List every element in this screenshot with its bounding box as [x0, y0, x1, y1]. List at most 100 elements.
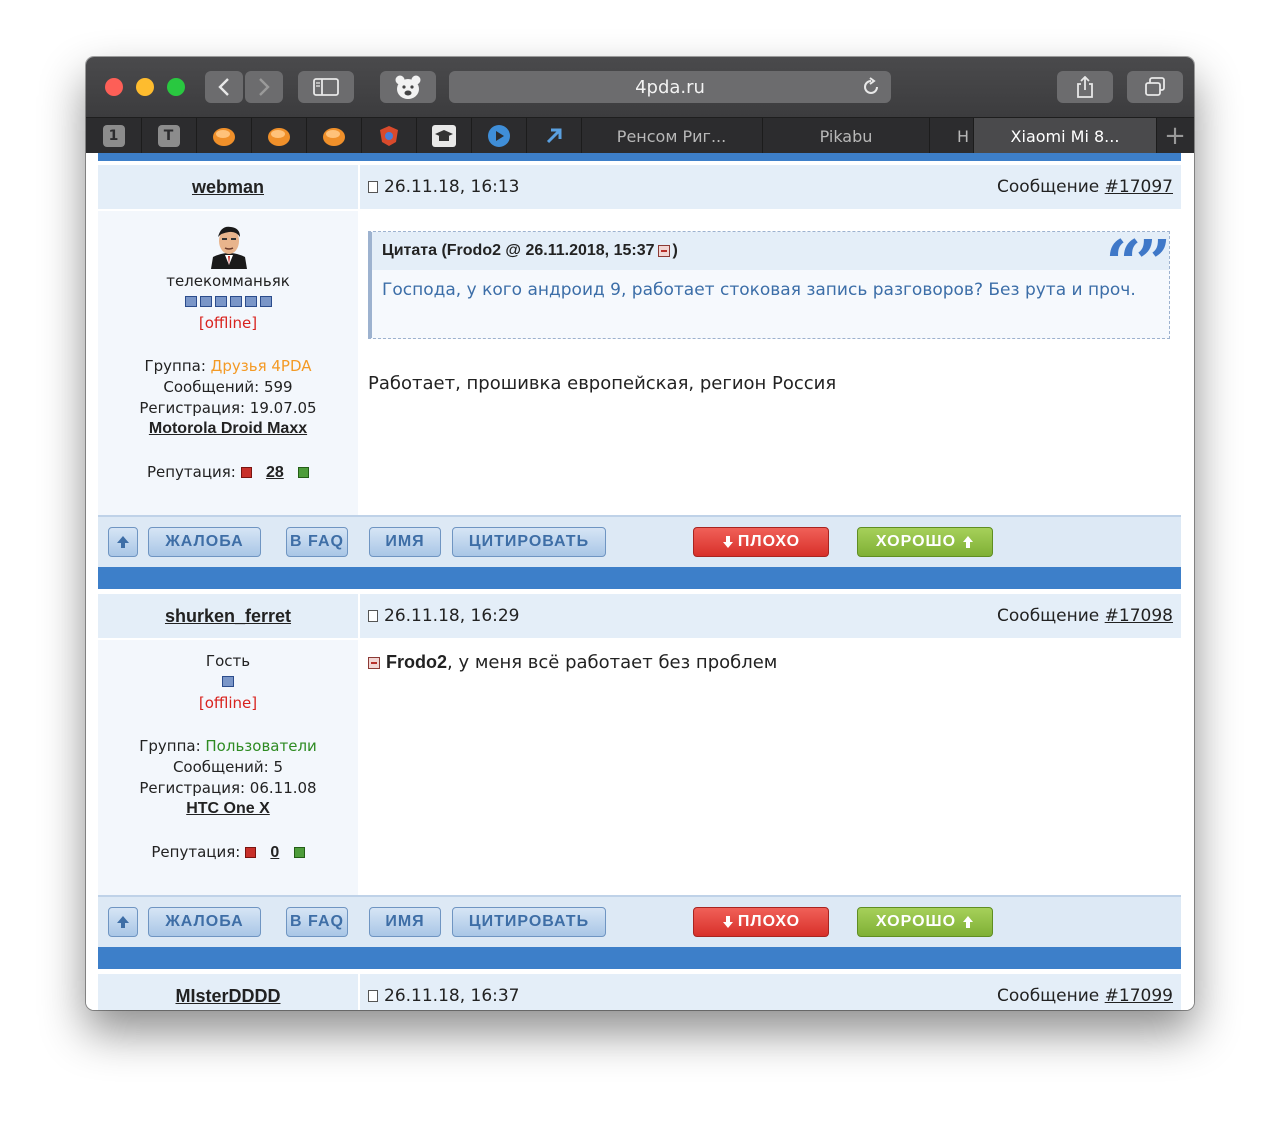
pinned-tab-play[interactable]	[471, 118, 527, 154]
name-button[interactable]: ИМЯ	[369, 527, 441, 557]
post-content: Цитата (Frodo2 @ 26.11.2018, 15:37 ) “” …	[360, 211, 1181, 515]
arrow-up-icon	[117, 536, 129, 548]
post-author-link[interactable]: shurken_ferret	[165, 606, 291, 627]
post-author-cell: MIsterDDDD	[98, 974, 360, 1010]
post-date-text: 26.11.18, 16:29	[384, 606, 520, 626]
post-date: 26.11.18, 16:13	[368, 177, 520, 197]
good-button-label: ХОРОШО	[875, 533, 957, 550]
pinned-tab-shield[interactable]	[361, 118, 417, 154]
extension-button[interactable]	[380, 71, 436, 103]
graduation-cap-icon	[431, 125, 456, 147]
rank-pip	[244, 296, 257, 307]
bad-button-label: ПЛОХО	[737, 913, 801, 930]
quote-text: Господа, у кого андроид 9, работает сток…	[382, 280, 1136, 300]
zoom-window-button[interactable]	[167, 78, 185, 96]
minimize-window-button[interactable]	[136, 78, 154, 96]
complaint-button[interactable]: ЖАЛОБА	[148, 907, 261, 937]
quote-header-text: Цитата (Frodo2 @ 26.11.2018, 15:37	[382, 242, 655, 259]
pinned-tab-1[interactable]: 1	[86, 118, 142, 154]
user-group: Группа: Друзья 4PDA	[98, 357, 358, 375]
post-author-link[interactable]: webman	[192, 177, 264, 198]
bad-button[interactable]: ПЛОХО	[693, 527, 829, 557]
reputation-value-link[interactable]: 0	[270, 844, 279, 861]
title-bar: 4pda.ru	[86, 57, 1194, 117]
post-number: Сообщение #17099	[997, 986, 1173, 1006]
good-button[interactable]: ХОРОШО	[857, 527, 993, 557]
bad-button[interactable]: ПЛОХО	[693, 907, 829, 937]
post-author-cell: shurken_ferret	[98, 594, 360, 638]
tab-partial[interactable]: Н	[930, 118, 974, 154]
pinned-tab-orange-2[interactable]	[251, 118, 307, 154]
tab-pikabu[interactable]: Pikabu	[763, 118, 930, 154]
quote-button[interactable]: ЦИТИРОВАТЬ	[452, 527, 606, 557]
pinned-tab-cap[interactable]	[416, 118, 472, 154]
post-number-link[interactable]: #17098	[1105, 606, 1173, 626]
chevron-left-icon	[218, 78, 229, 96]
tab-xiaomi[interactable]: Xiaomi Mi 8...	[974, 118, 1157, 154]
scroll-top-button[interactable]	[108, 907, 138, 937]
pinned-tab-arrow[interactable]	[526, 118, 582, 154]
reputation-minus-icon[interactable]	[240, 467, 252, 478]
share-icon	[1077, 76, 1093, 98]
user-reputation: Репутация: 0	[98, 843, 358, 862]
reputation-minus-icon[interactable]	[245, 847, 257, 858]
tab-rensom[interactable]: Ренсом Риг...	[581, 118, 763, 154]
address-bar[interactable]: 4pda.ru	[449, 71, 891, 103]
user-title: Гость	[205, 652, 251, 670]
forum-page: webman 26.11.18, 16:13 Сообщение #17097 …	[86, 153, 1194, 1010]
user-device-row: Motorola Droid Maxx	[98, 419, 358, 438]
mention-name: Frodo2	[386, 652, 447, 672]
orange-favicon-icon	[212, 128, 235, 146]
go-to-post-icon[interactable]	[368, 657, 380, 669]
close-window-button[interactable]	[105, 78, 123, 96]
reputation-plus-icon[interactable]	[293, 847, 305, 858]
user-device-link[interactable]: Motorola Droid Maxx	[149, 420, 307, 437]
user-title: телекомманьяк	[166, 272, 290, 290]
user-profile: телекомманьяк [offline] Группа: Друзья 4…	[98, 211, 360, 515]
scroll-top-button[interactable]	[108, 527, 138, 557]
user-device-link[interactable]: HTC One X	[186, 800, 270, 817]
rank-pip	[214, 296, 227, 307]
post-text: Frodo2, у меня всё работает без проблем	[368, 652, 777, 673]
faq-button[interactable]: В FAQ	[286, 907, 348, 937]
arrow-up-icon	[963, 536, 974, 548]
user-group-label: Группа:	[139, 737, 206, 755]
go-to-post-icon[interactable]	[658, 245, 671, 257]
pinned-tab-orange-1[interactable]	[196, 118, 252, 154]
post-author-cell: webman	[98, 165, 360, 209]
post-number-link[interactable]: #17097	[1105, 177, 1173, 197]
arrow-up-right-icon	[546, 128, 561, 144]
pinned-tab-orange-3[interactable]	[306, 118, 362, 154]
reputation-plus-icon[interactable]	[298, 467, 310, 478]
user-device-row: HTC One X	[98, 799, 358, 818]
arrow-down-icon	[722, 536, 733, 548]
back-button[interactable]	[205, 71, 243, 103]
rank-pip	[184, 296, 197, 307]
tab-bar: 1 T Ренсом Риг... Pikabu Н Xiaomi Mi 8..…	[86, 117, 1194, 154]
share-button[interactable]	[1057, 71, 1113, 103]
name-button[interactable]: ИМЯ	[369, 907, 441, 937]
user-group-value: Пользователи	[205, 737, 317, 755]
user-group: Группа: Пользователи	[98, 737, 358, 755]
post-separator	[98, 947, 1181, 969]
tab-overview-button[interactable]	[1127, 71, 1183, 103]
forward-button[interactable]	[245, 71, 283, 103]
pinned-tab-t[interactable]: T	[141, 118, 197, 154]
quote-button[interactable]: ЦИТИРОВАТЬ	[452, 907, 606, 937]
user-reputation: Репутация: 28	[98, 463, 358, 482]
post-number: Сообщение #17097	[997, 177, 1173, 197]
post-date-text: 26.11.18, 16:37	[384, 986, 520, 1006]
complaint-button[interactable]: ЖАЛОБА	[148, 527, 261, 557]
new-tab-button[interactable]: +	[1156, 118, 1194, 154]
document-icon	[368, 990, 378, 1002]
post-meta: 26.11.18, 16:13 Сообщение #17097	[360, 165, 1181, 209]
faq-button[interactable]: В FAQ	[286, 527, 348, 557]
sidebar-button[interactable]	[298, 71, 354, 103]
good-button[interactable]: ХОРОШО	[857, 907, 993, 937]
post-text: Работает, прошивка европейская, регион Р…	[368, 373, 837, 394]
reputation-value-link[interactable]: 28	[266, 464, 284, 481]
post-author-link[interactable]: MIsterDDDD	[175, 986, 280, 1007]
reload-icon[interactable]	[861, 77, 881, 97]
post-number-link[interactable]: #17099	[1105, 986, 1173, 1006]
rank-pip	[222, 676, 234, 687]
